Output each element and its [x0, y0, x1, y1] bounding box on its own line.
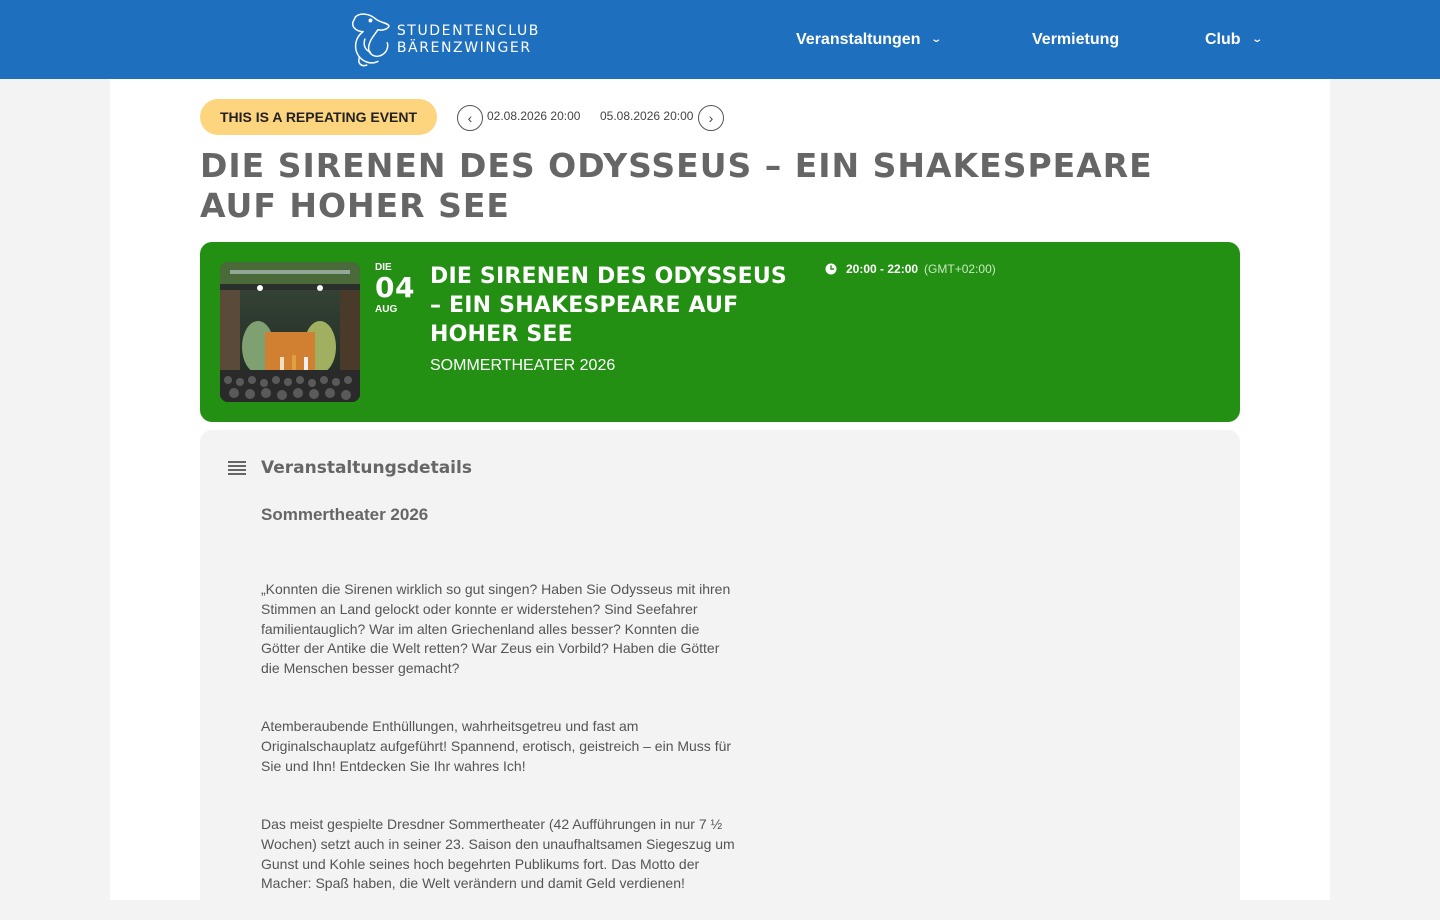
details-heading: Veranstaltungsdetails	[261, 458, 472, 478]
page-title: DIE SIRENEN DES ODYSSEUS – EIN SHAKESPEA…	[200, 146, 1153, 225]
next-occurrence-date[interactable]: 05.08.2026 20:00	[600, 109, 693, 123]
event-time-range: 20:00 - 22:00	[846, 262, 919, 276]
event-day: 04	[375, 271, 415, 304]
nav-item-veranstaltungen[interactable]: Veranstaltungen ⌄	[796, 0, 943, 79]
details-header: Veranstaltungsdetails	[228, 458, 472, 478]
event-card-subtitle: SOMMERTHEATER 2026	[430, 357, 616, 374]
logo-text: STUDENTENCLUB BÄRENZWINGER	[397, 23, 540, 57]
site-logo[interactable]: STUDENTENCLUB BÄRENZWINGER	[350, 9, 540, 71]
previous-occurrence-button[interactable]: ‹	[457, 105, 483, 131]
logo-line-2: BÄRENZWINGER	[396, 40, 532, 56]
chevron-left-icon: ‹	[467, 110, 473, 126]
previous-occurrence-date[interactable]: 02.08.2026 20:00	[487, 109, 580, 123]
nav-label: Club	[1205, 30, 1241, 48]
event-thumbnail-image[interactable]	[220, 262, 360, 402]
details-subheading: Sommertheater 2026	[261, 505, 429, 524]
event-card-title[interactable]: DIE SIRENEN DES ODYSSEUS – EIN SHAKESPEA…	[430, 262, 800, 349]
clock-icon	[825, 263, 837, 275]
nav-label: Veranstaltungen	[796, 30, 921, 48]
bear-logo-icon	[351, 13, 390, 67]
chevron-right-icon: ›	[708, 110, 714, 126]
event-card: DIE 04 AUG DIE SIRENEN DES ODYSSEUS – EI…	[200, 242, 1240, 422]
nav-item-club[interactable]: Club ⌄	[1205, 0, 1263, 79]
event-timezone: (GMT+02:00)	[924, 262, 996, 276]
repeating-event-badge: THIS IS A REPEATING EVENT	[200, 99, 437, 135]
chevron-down-icon: ⌄	[1250, 34, 1263, 45]
event-date-block: DIE 04 AUG	[375, 262, 415, 315]
nav-item-vermietung[interactable]: Vermietung	[1032, 0, 1119, 79]
details-paragraph-2: Atemberaubende Enthüllungen, wahrheitsge…	[261, 718, 732, 774]
event-details-panel: Veranstaltungsdetails Sommertheater 2026…	[200, 430, 1240, 920]
chevron-down-icon: ⌄	[930, 34, 943, 45]
details-paragraph-3: Das meist gespielte Dresdner Sommertheat…	[261, 816, 735, 892]
nav-label: Vermietung	[1032, 30, 1120, 48]
details-paragraph-1: „Konnten die Sirenen wirklich so gut sin…	[261, 581, 731, 677]
event-month: AUG	[375, 304, 398, 315]
logo-line-1: STUDENTENCLUB	[396, 23, 540, 39]
event-time: 20:00 - 22:00 (GMT+02:00)	[825, 262, 996, 276]
top-navigation-bar: STUDENTENCLUB BÄRENZWINGER Veranstaltung…	[0, 0, 1440, 79]
list-icon	[228, 461, 246, 475]
next-occurrence-button[interactable]: ›	[698, 105, 724, 131]
